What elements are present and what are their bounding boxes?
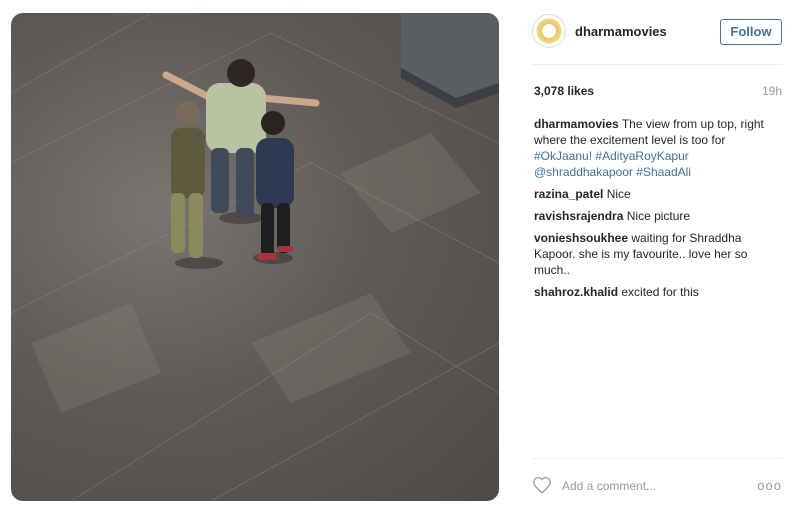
hashtag-link[interactable]: #OkJaanu!: [534, 149, 592, 163]
post-sidebar: dharmamovies Follow 3,078 likes 19h dhar…: [522, 0, 792, 512]
comment-username[interactable]: shahroz.khalid: [534, 285, 618, 299]
comment-username[interactable]: ravishsrajendra: [534, 209, 623, 223]
likes-count[interactable]: 3,078 likes: [534, 84, 594, 98]
follow-button[interactable]: Follow: [720, 19, 782, 45]
comment-item: razina_patel Nice: [534, 186, 782, 202]
comment-username[interactable]: razina_patel: [534, 187, 603, 201]
more-options-icon[interactable]: ooo: [757, 478, 782, 493]
comment-text: Nice: [606, 187, 631, 201]
post-photo[interactable]: [11, 13, 499, 501]
avatar[interactable]: [532, 14, 566, 48]
post-timestamp[interactable]: 19h: [762, 84, 782, 98]
post-header: dharmamovies Follow: [522, 14, 792, 54]
add-comment-input[interactable]: [562, 476, 742, 496]
hashtag-link[interactable]: #ShaadAli: [636, 165, 691, 179]
caption-username[interactable]: dharmamovies: [534, 117, 619, 131]
caption: dharmamovies The view from up top, right…: [534, 116, 782, 180]
hashtag-link[interactable]: #AdityaRoyKapur: [595, 149, 688, 163]
comment-item: ravishsrajendra Nice picture: [534, 208, 782, 224]
comment-item: vonieshsoukhee waiting for Shraddha Kapo…: [534, 230, 782, 278]
mention-link[interactable]: @shraddhakapoor: [534, 165, 633, 179]
photo-scene: [11, 13, 499, 501]
divider: [532, 64, 782, 65]
username-link[interactable]: dharmamovies: [575, 24, 667, 39]
comment-text: Nice picture: [626, 209, 691, 223]
comment-composer: ooo: [532, 472, 782, 502]
comment-item: shahroz.khalid excited for this: [534, 284, 782, 300]
comment-list: dharmamovies The view from up top, right…: [534, 116, 782, 306]
heart-icon[interactable]: [532, 476, 552, 499]
comment-username[interactable]: vonieshsoukhee: [534, 231, 628, 245]
comment-text: excited for this: [621, 285, 699, 299]
person-left: [171, 101, 205, 258]
divider: [532, 458, 782, 459]
